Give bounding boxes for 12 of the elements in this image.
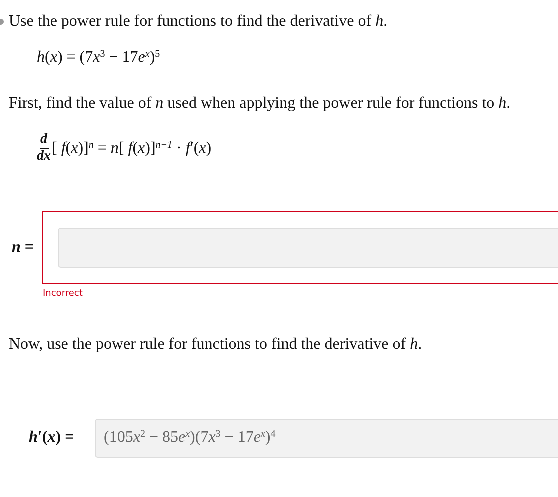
derivative-answer-field[interactable]: (105x$^{2}$ − 85e$^{x}$)(7x$^{3}$ − 17e$^{x}$)$^{4}$	[95, 418, 558, 458]
n-input-field[interactable]	[58, 228, 558, 268]
step-instruction: First, find the value of n used when applying the power rule for functions to h.	[9, 95, 511, 112]
derivative-fraction: d dx	[37, 132, 51, 165]
incorrect-feedback: Incorrect	[43, 288, 84, 301]
question-prompt: Use the power rule for functions to find the derivative of h.	[9, 12, 388, 32]
n-label: n =	[12, 238, 36, 258]
function-formula: h(x) = (7x$^{3}$ − 17e$^{x}$)$^{5}$	[37, 49, 160, 66]
power-rule-formula: [ f(x)]$^{n}$ = n[ f(x)]$^{n−1}$ · f′(x)	[52, 138, 212, 158]
bullet-icon	[0, 19, 4, 25]
h-prime-label: h′(x) =	[29, 428, 76, 448]
next-instruction: Now, use the power rule for functions to find the derivative of h.	[9, 336, 422, 352]
